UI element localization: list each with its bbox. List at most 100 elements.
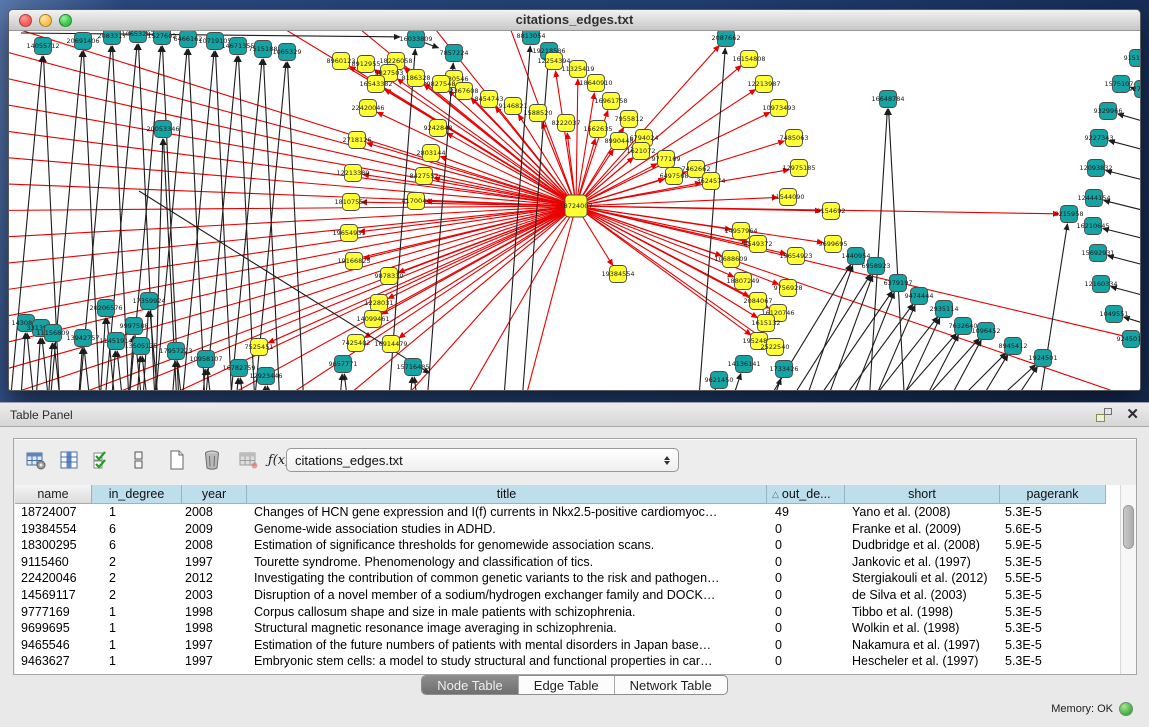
network-window[interactable]: citations_edges.txt 14055712206914062083… [8, 9, 1141, 391]
table-row[interactable]: 946554611997Estimation of the future num… [15, 637, 1136, 654]
cell-in_degree[interactable]: 6 [92, 521, 182, 538]
cell-in_degree[interactable]: 1 [92, 653, 182, 670]
graph-node[interactable]: 14136141 [727, 356, 760, 373]
cell-title[interactable]: Genome-wide association studies in ADHD. [247, 521, 767, 538]
graph-node[interactable]: 20691406 [66, 33, 99, 50]
cell-title[interactable]: Estimation of the future numbers of pati… [247, 637, 767, 654]
cell-title[interactable]: Disruption of a novel member of a sodium… [247, 587, 767, 604]
graph-node[interactable]: 2084067 [744, 293, 773, 310]
graph-node[interactable]: 16210645 [1076, 218, 1109, 235]
cell-name[interactable]: 19384554 [15, 521, 92, 538]
cell-in_degree[interactable]: 1 [92, 620, 182, 637]
cell-pagerank[interactable]: 5.3E-5 [1000, 504, 1106, 521]
cell-name[interactable]: 9777169 [15, 604, 92, 621]
graph-node[interactable]: 9621450 [705, 372, 734, 389]
cell-year[interactable]: 2012 [182, 570, 247, 587]
cell-name[interactable]: 18300295 [15, 537, 92, 554]
cell-pagerank[interactable]: 5.3E-5 [1000, 637, 1106, 654]
cell-short[interactable]: Hescheler et al. (1997) [845, 653, 1000, 670]
cell-title[interactable]: Tourette syndrome. Phenomenology and cla… [247, 554, 767, 571]
cell-out_degree[interactable]: 0 [767, 637, 845, 654]
graph-node[interactable]: 10958107 [189, 351, 222, 368]
graph-node[interactable]: 1049551 [1100, 306, 1129, 323]
graph-node[interactable]: 9699695 [819, 236, 848, 253]
graph-node[interactable]: 9245012 [1117, 331, 1140, 348]
table-row[interactable]: 1938455462009Genome-wide association stu… [15, 521, 1136, 538]
tab-node-table[interactable]: Node Table [422, 676, 518, 694]
import-table-icon[interactable] [236, 447, 262, 473]
graph-node[interactable]: 15716485 [396, 359, 429, 376]
graph-node[interactable]: 12160334 [1084, 276, 1117, 293]
graph-node[interactable]: 9657771 [329, 356, 358, 373]
cell-pagerank[interactable]: 5.5E-5 [1000, 570, 1106, 587]
column-header-pagerank[interactable]: pagerank [1000, 485, 1106, 504]
table-row[interactable]: 946362711997Embryonic stem cells: a mode… [15, 653, 1136, 670]
table-selector-dropdown[interactable]: citations_edges.txt [286, 448, 679, 472]
table-row[interactable]: 911546021997Tourette syndrome. Phenomeno… [15, 554, 1136, 571]
cell-in_degree[interactable]: 2 [92, 570, 182, 587]
cell-short[interactable]: de Silva et al. (2003) [845, 587, 1000, 604]
cell-out_degree[interactable]: 0 [767, 620, 845, 637]
cell-name[interactable]: 9465546 [15, 637, 92, 654]
graph-node[interactable]: 8813054 [517, 31, 546, 45]
graph-node[interactable]: 7485063 [780, 130, 809, 147]
column-header-title[interactable]: title [247, 485, 767, 504]
network-window-titlebar[interactable]: citations_edges.txt [9, 10, 1140, 31]
cell-year[interactable]: 2003 [182, 587, 247, 604]
graph-node[interactable]: 1733426 [770, 361, 799, 378]
table-row[interactable]: 1872400712008Changes of HCN gene express… [15, 504, 1136, 521]
graph-node[interactable]: 19166825 [337, 253, 370, 270]
graph-node[interactable]: 19654931 [332, 225, 365, 242]
graph-node[interactable]: 2718126 [343, 132, 372, 149]
cell-name[interactable]: 9699695 [15, 620, 92, 637]
cell-in_degree[interactable]: 1 [92, 637, 182, 654]
cell-short[interactable]: Dudbridge et al. (2008) [845, 537, 1000, 554]
cell-in_degree[interactable]: 1 [92, 604, 182, 621]
graph-node[interactable]: 6958923 [862, 258, 891, 275]
float-window-icon[interactable] [1096, 408, 1112, 422]
cell-out_degree[interactable]: 0 [767, 570, 845, 587]
network-canvas[interactable]: 1405571220691406208331710653287152760264… [9, 31, 1140, 390]
graph-node[interactable]: 2935114 [930, 301, 959, 318]
cell-out_degree[interactable]: 0 [767, 604, 845, 621]
graph-node[interactable]: 12213389 [336, 165, 369, 182]
graph-node[interactable]: 7857224 [440, 45, 469, 62]
tab-edge-table[interactable]: Edge Table [518, 676, 614, 694]
cell-in_degree[interactable]: 2 [92, 554, 182, 571]
select-rows-icon[interactable] [89, 447, 115, 473]
graph-node[interactable]: 16033809 [399, 31, 432, 48]
cell-title[interactable]: Changes of HCN gene expression and I(f) … [247, 504, 767, 521]
graph-node[interactable]: 14055712 [26, 38, 59, 55]
cell-name[interactable]: 18724007 [15, 504, 92, 521]
graph-node[interactable]: 2087662 [712, 31, 741, 47]
column-header-in_degree[interactable]: in_degree [92, 485, 182, 504]
graph-node[interactable]: 19384554 [601, 266, 634, 283]
cell-pagerank[interactable]: 5.3E-5 [1000, 620, 1106, 637]
cell-year[interactable]: 2008 [182, 537, 247, 554]
cell-name[interactable]: 9115460 [15, 554, 92, 571]
graph-node[interactable]: 9151360 [1124, 50, 1140, 67]
cell-in_degree[interactable]: 6 [92, 537, 182, 554]
table-row[interactable]: 1456911722003Disruption of a novel membe… [15, 587, 1136, 604]
graph-node[interactable]: 9997588 [120, 318, 149, 335]
cell-out_degree[interactable]: 0 [767, 554, 845, 571]
graph-node[interactable]: 15692931 [1081, 245, 1114, 262]
graph-node[interactable]: 8222037 [552, 115, 581, 132]
cell-year[interactable]: 1997 [182, 637, 247, 654]
graph-node[interactable]: 9227343 [1085, 130, 1114, 147]
cell-name[interactable]: 9463627 [15, 653, 92, 670]
citation-network-graph[interactable]: 1405571220691406208331710653287152760264… [9, 31, 1140, 390]
cell-out_degree[interactable]: 0 [767, 521, 845, 538]
memory-status-icon[interactable] [1119, 702, 1133, 716]
cell-short[interactable]: Tibbo et al. (1998) [845, 604, 1000, 621]
cell-out_degree[interactable]: 49 [767, 504, 845, 521]
graph-node[interactable]: 20206576 [89, 300, 122, 317]
graph-node[interactable]: 10688609 [714, 251, 747, 268]
graph-node[interactable]: 12444154 [1077, 190, 1110, 207]
cell-year[interactable]: 1998 [182, 620, 247, 637]
table-settings-icon[interactable] [23, 447, 49, 473]
cell-pagerank[interactable]: 5.3E-5 [1000, 554, 1106, 571]
graph-node[interactable]: 6379197 [884, 275, 913, 292]
graph-node[interactable]: 16961758 [594, 93, 627, 110]
graph-node[interactable]: 9777169 [652, 151, 681, 168]
